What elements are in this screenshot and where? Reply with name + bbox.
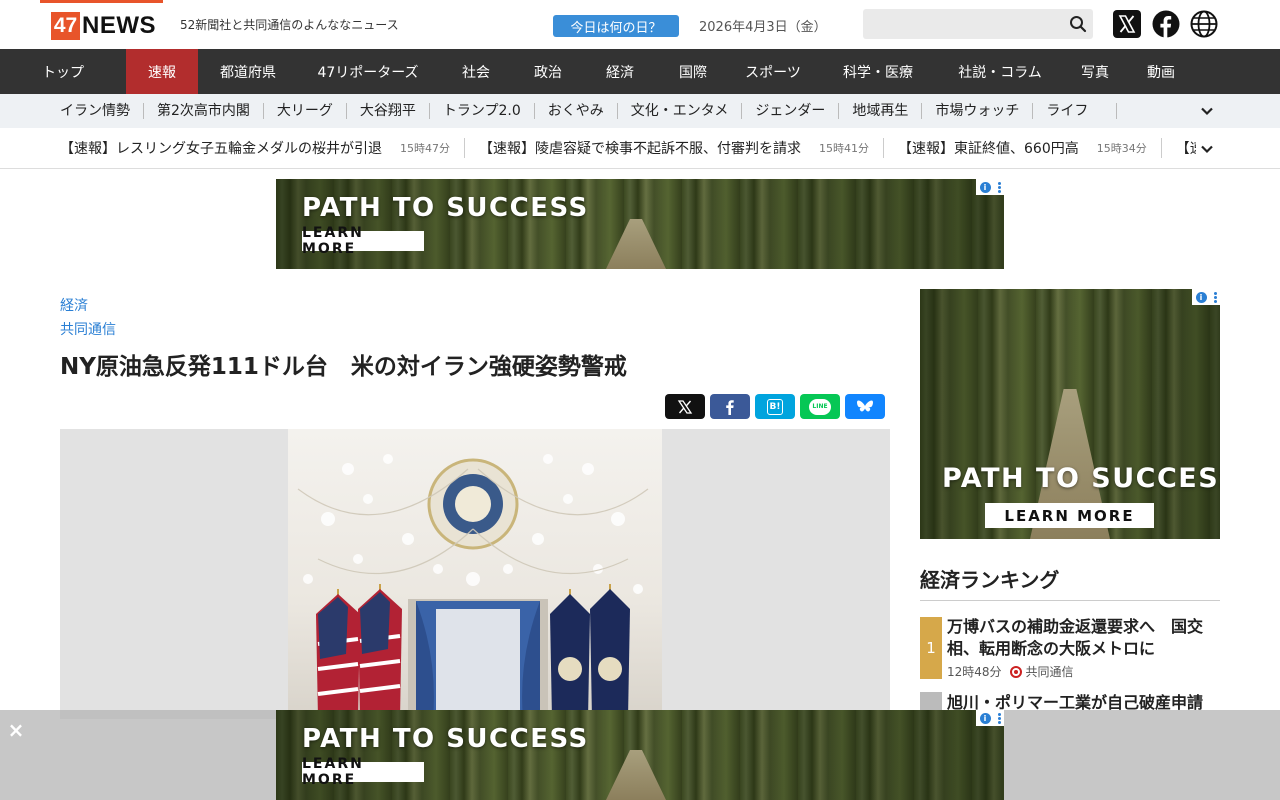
hatena-icon: B!	[767, 398, 783, 415]
facebook-social-icon[interactable]	[1152, 10, 1180, 38]
topic-link[interactable]: 大リーグ	[264, 103, 347, 119]
ranking-item-time: 12時48分	[947, 665, 1002, 679]
article-source[interactable]: 共同通信	[60, 319, 116, 339]
share-facebook-button[interactable]	[710, 394, 750, 419]
site-tagline: 52新聞社と共同通信のよんななニュース	[180, 18, 399, 32]
kyodo-logo-icon	[1009, 665, 1022, 678]
topic-link[interactable]: 地域再生	[839, 103, 923, 119]
ad-forest-path	[606, 219, 666, 269]
nav-item-sports[interactable]: スポーツ	[728, 49, 818, 94]
topic-subnav: イラン情勢 第2次高市内閣 大リーグ 大谷翔平 トランプ2.0 おくやみ 文化・…	[0, 94, 1280, 128]
logo-text: NEWS	[82, 12, 156, 39]
ad-info-icon: i	[979, 712, 991, 724]
search-icon[interactable]	[1069, 15, 1087, 33]
nav-item-economy[interactable]: 経済	[582, 49, 658, 94]
ad-choices-badge[interactable]: i	[976, 179, 1004, 195]
ad-learn-more-button[interactable]: LEARN MORE	[985, 503, 1154, 528]
ticker-headline: 【速報】レスリング女子五輪金メダルの桜井が引退	[60, 141, 382, 157]
chevron-down-icon[interactable]	[1200, 104, 1214, 118]
ad-menu-icon	[997, 712, 1001, 724]
line-icon: LINE	[809, 398, 831, 415]
ad-learn-more-button[interactable]: LEARN MORE	[302, 756, 424, 788]
ad-choices-badge[interactable]: i	[1192, 289, 1220, 305]
ranking-title: 経済ランキング	[920, 568, 1060, 592]
ad-menu-icon	[997, 181, 1001, 193]
nav-item-international[interactable]: 国際	[658, 49, 728, 94]
nav-item-videos[interactable]: 動画	[1128, 49, 1194, 94]
ranking-divider	[920, 600, 1220, 601]
ranking-item-meta: 12時48分 共同通信	[947, 663, 1074, 680]
close-ad-button[interactable]: ×	[6, 718, 26, 742]
topic-link[interactable]: 第2次高市内閣	[144, 103, 264, 119]
nav-item-top[interactable]: トップ	[0, 49, 126, 94]
ticker-headline: 【速報】東証終値、660円高	[898, 141, 1079, 157]
breaking-news-ticker: 【速報】レスリング女子五輪金メダルの桜井が引退 15時47分 【速報】陵虐容疑で…	[0, 128, 1280, 169]
nav-item-politics[interactable]: 政治	[514, 49, 582, 94]
topic-link[interactable]: トランプ2.0	[430, 103, 535, 119]
topic-link[interactable]: おくやみ	[535, 103, 618, 119]
main-nav: トップ 速報 都道府県 47リポーターズ 社会 政治 経済 国際 スポーツ 科学…	[0, 49, 1280, 94]
nav-item-prefectures[interactable]: 都道府県	[198, 49, 298, 94]
nav-item-photos[interactable]: 写真	[1062, 49, 1128, 94]
article-category[interactable]: 経済	[60, 295, 88, 315]
article-photo[interactable]	[288, 429, 662, 719]
x-social-icon[interactable]	[1113, 10, 1141, 38]
chevron-down-icon[interactable]	[1200, 142, 1214, 156]
ad-headline: PATH TO SUCCESS	[942, 463, 1220, 494]
topic-link[interactable]: イラン情勢	[60, 103, 144, 119]
ad-headline: PATH TO SUCCESS	[302, 724, 589, 754]
today-in-history-button[interactable]: 今日は何の日？	[553, 15, 679, 37]
ticker-item[interactable]: 【速報】レスリング女子五輪金メダルの桜井が引退 15時47分	[60, 138, 465, 158]
ticker-item[interactable]: 【速報】東証終値、660円高 15時34分	[898, 138, 1162, 158]
ad-info-icon: i	[979, 181, 991, 193]
x-icon	[677, 399, 693, 414]
ticker-headline: 【速	[1175, 141, 1196, 157]
ad-info-icon: i	[1195, 291, 1207, 303]
logo-number: 47	[51, 12, 80, 40]
bottom-sticky-ad[interactable]: PATH TO SUCCESS LEARN MORE i	[276, 710, 1004, 800]
rank-number: 1	[920, 617, 942, 679]
search-input[interactable]	[863, 9, 1053, 39]
article-photo-illustration	[297, 454, 649, 719]
current-date: 2026年4月3日（金）	[699, 20, 827, 35]
article-headline: NY原油急反発111ドル台 米の対イラン強硬姿勢警戒	[60, 354, 627, 380]
facebook-icon	[726, 399, 734, 415]
ticker-time: 15時34分	[1096, 142, 1147, 155]
nav-item-47reporters[interactable]: 47リポーターズ	[298, 49, 438, 94]
ad-forest-path	[606, 750, 666, 800]
topic-link[interactable]: 大谷翔平	[347, 103, 430, 119]
ad-choices-badge[interactable]: i	[976, 710, 1004, 726]
ticker-headline: 【速報】陵虐容疑で検事不起訴不服、付審判を請求	[479, 141, 801, 157]
logo-accent-bar	[40, 0, 163, 3]
share-bluesky-button[interactable]	[845, 394, 885, 419]
ticker-time: 15時41分	[819, 142, 869, 155]
globe-language-icon[interactable]	[1190, 10, 1218, 38]
topic-link[interactable]: 文化・エンタメ	[618, 103, 743, 119]
topic-link[interactable]: 市場ウォッチ	[922, 103, 1034, 119]
ticker-item[interactable]: 【速	[1176, 138, 1196, 158]
ad-learn-more-button[interactable]: LEARN MORE	[302, 225, 424, 257]
site-header: 47 NEWS 52新聞社と共同通信のよんななニュース 今日は何の日？ 2026…	[0, 0, 1280, 49]
ticker-time: 15時47分	[400, 142, 450, 155]
nav-item-science[interactable]: 科学・医療	[818, 49, 938, 94]
nav-item-breaking[interactable]: 速報	[126, 49, 198, 94]
top-banner-ad[interactable]: PATH TO SUCCESS LEARN MORE i	[276, 179, 1004, 269]
ad-menu-icon	[1213, 291, 1217, 303]
ad-headline: PATH TO SUCCESS	[302, 193, 589, 223]
nav-item-society[interactable]: 社会	[438, 49, 514, 94]
share-x-button[interactable]	[665, 394, 705, 419]
ticker-item[interactable]: 【速報】陵虐容疑で検事不起訴不服、付審判を請求 15時41分	[479, 138, 884, 158]
bluesky-icon	[857, 400, 873, 412]
share-line-button[interactable]: LINE	[800, 394, 840, 419]
ranking-item-title[interactable]: 万博バスの補助金返還要求へ 国交相、転用断念の大阪メトロに	[947, 616, 1217, 660]
ranking-item-source: 共同通信	[1025, 665, 1074, 679]
topic-link[interactable]: ライフ	[1033, 103, 1118, 119]
site-logo[interactable]: 47 NEWS	[51, 12, 156, 40]
topic-link[interactable]: ジェンダー	[742, 103, 840, 119]
sidebar-ad[interactable]: PATH TO SUCCESS LEARN MORE i	[920, 289, 1220, 539]
share-hatena-button[interactable]: B!	[755, 394, 795, 419]
nav-item-editorial[interactable]: 社説・コラム	[938, 49, 1062, 94]
search-box	[863, 9, 1093, 39]
